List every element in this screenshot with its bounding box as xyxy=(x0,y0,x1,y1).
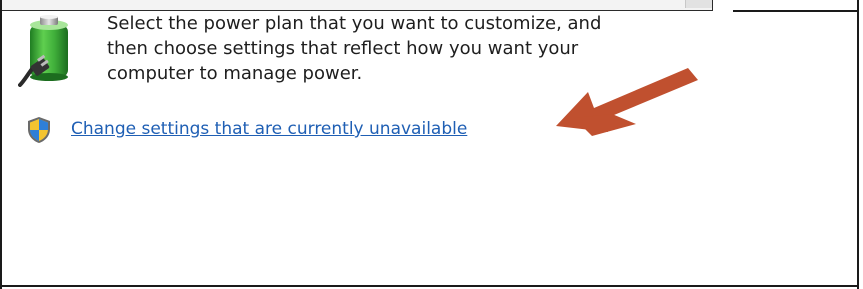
scroll-edge xyxy=(685,0,712,8)
red-arrow-icon xyxy=(556,68,698,136)
description-line-2: then choose settings that reflect how yo… xyxy=(107,38,579,59)
top-panel-edge xyxy=(2,0,713,11)
top-divider xyxy=(733,10,859,12)
bottom-border xyxy=(0,285,859,287)
uac-shield-icon xyxy=(28,117,50,143)
battery-power-plug-icon xyxy=(18,15,68,87)
right-border xyxy=(857,0,859,289)
change-unavailable-settings-link[interactable]: Change settings that are currently unava… xyxy=(71,118,467,140)
description-line-1: Select the power plan that you want to c… xyxy=(107,13,602,34)
left-border xyxy=(0,0,2,289)
